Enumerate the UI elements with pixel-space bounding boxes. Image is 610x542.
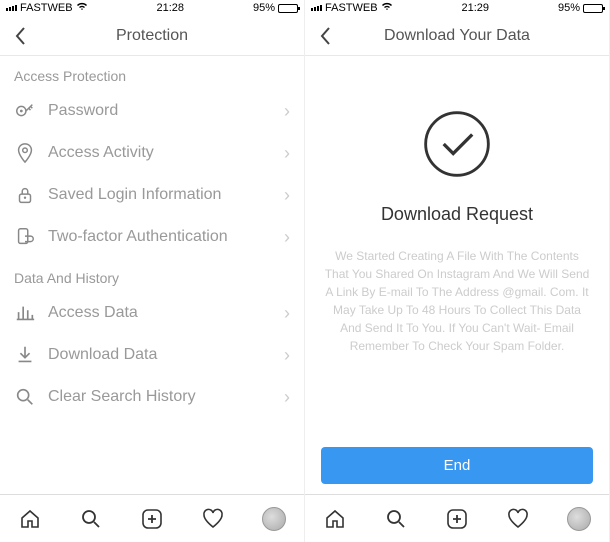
menu-item-two-factor[interactable]: Two-factor Authentication › bbox=[0, 216, 304, 258]
menu-item-access-activity[interactable]: Access Activity › bbox=[0, 132, 304, 174]
back-button[interactable] bbox=[0, 26, 40, 46]
chevron-right-icon: › bbox=[284, 227, 290, 248]
chevron-right-icon: › bbox=[284, 101, 290, 122]
menu-item-clear-search[interactable]: Clear Search History › bbox=[0, 376, 304, 418]
search-tab-icon[interactable] bbox=[383, 506, 409, 532]
heart-icon[interactable] bbox=[505, 506, 531, 532]
menu-label: Two-factor Authentication bbox=[48, 228, 272, 246]
download-confirmation: Download Request We Started Creating A F… bbox=[305, 56, 609, 437]
tab-bar bbox=[305, 494, 609, 542]
menu-label: Download Data bbox=[48, 346, 272, 364]
home-icon[interactable] bbox=[17, 506, 43, 532]
chevron-right-icon: › bbox=[284, 303, 290, 324]
battery-icon bbox=[278, 4, 298, 13]
protection-screen: FASTWEB 21:28 95% Protection Access Prot… bbox=[0, 0, 305, 542]
desc-email: @gmail. Com. bbox=[502, 285, 578, 299]
chevron-right-icon: › bbox=[284, 387, 290, 408]
menu-item-saved-login[interactable]: Saved Login Information › bbox=[0, 174, 304, 216]
signal-icon bbox=[311, 5, 322, 11]
carrier-label: FASTWEB bbox=[325, 2, 378, 14]
menu-item-download-data[interactable]: Download Data › bbox=[0, 334, 304, 376]
status-time: 21:28 bbox=[157, 2, 185, 14]
menu-label: Access Activity bbox=[48, 144, 272, 162]
checkmark-circle-icon bbox=[419, 106, 495, 182]
download-data-screen: FASTWEB 21:29 95% Download Your Data Dow… bbox=[305, 0, 610, 542]
menu-label: Clear Search History bbox=[48, 388, 272, 406]
home-icon[interactable] bbox=[322, 506, 348, 532]
chevron-right-icon: › bbox=[284, 185, 290, 206]
bottom-action-area: End bbox=[305, 437, 609, 494]
profile-avatar[interactable] bbox=[261, 506, 287, 532]
nav-bar: Protection bbox=[0, 16, 304, 56]
search-icon bbox=[14, 386, 36, 408]
status-bar: FASTWEB 21:28 95% bbox=[0, 0, 304, 16]
location-icon bbox=[14, 142, 36, 164]
wifi-icon bbox=[381, 2, 393, 14]
page-title: Protection bbox=[0, 27, 304, 45]
key-icon bbox=[14, 100, 36, 122]
lock-icon bbox=[14, 184, 36, 206]
end-button[interactable]: End bbox=[321, 447, 593, 484]
menu-label: Access Data bbox=[48, 304, 272, 322]
menu-item-password[interactable]: Password › bbox=[0, 90, 304, 132]
battery-percent: 95% bbox=[253, 2, 275, 14]
battery-icon bbox=[583, 4, 603, 13]
download-icon bbox=[14, 344, 36, 366]
chart-icon bbox=[14, 302, 36, 324]
heart-icon[interactable] bbox=[200, 506, 226, 532]
status-time: 21:29 bbox=[462, 2, 490, 14]
chevron-right-icon: › bbox=[284, 143, 290, 164]
status-bar: FASTWEB 21:29 95% bbox=[305, 0, 609, 16]
section-header-data: Data And History bbox=[0, 258, 304, 292]
download-description: We Started Creating A File With The Cont… bbox=[323, 247, 591, 355]
back-button[interactable] bbox=[305, 26, 345, 46]
nav-bar: Download Your Data bbox=[305, 16, 609, 56]
battery-percent: 95% bbox=[558, 2, 580, 14]
chevron-right-icon: › bbox=[284, 345, 290, 366]
signal-icon bbox=[6, 5, 17, 11]
carrier-label: FASTWEB bbox=[20, 2, 73, 14]
menu-label: Password bbox=[48, 102, 272, 120]
menu-label: Saved Login Information bbox=[48, 186, 272, 204]
search-tab-icon[interactable] bbox=[78, 506, 104, 532]
section-header-access: Access Protection bbox=[0, 56, 304, 90]
wifi-icon bbox=[76, 2, 88, 14]
settings-list: Access Protection Password › Access Acti… bbox=[0, 56, 304, 494]
add-post-icon[interactable] bbox=[139, 506, 165, 532]
shield-icon bbox=[14, 226, 36, 248]
download-heading: Download Request bbox=[381, 204, 533, 225]
menu-item-access-data[interactable]: Access Data › bbox=[0, 292, 304, 334]
page-title: Download Your Data bbox=[305, 27, 609, 45]
tab-bar bbox=[0, 494, 304, 542]
add-post-icon[interactable] bbox=[444, 506, 470, 532]
profile-avatar[interactable] bbox=[566, 506, 592, 532]
